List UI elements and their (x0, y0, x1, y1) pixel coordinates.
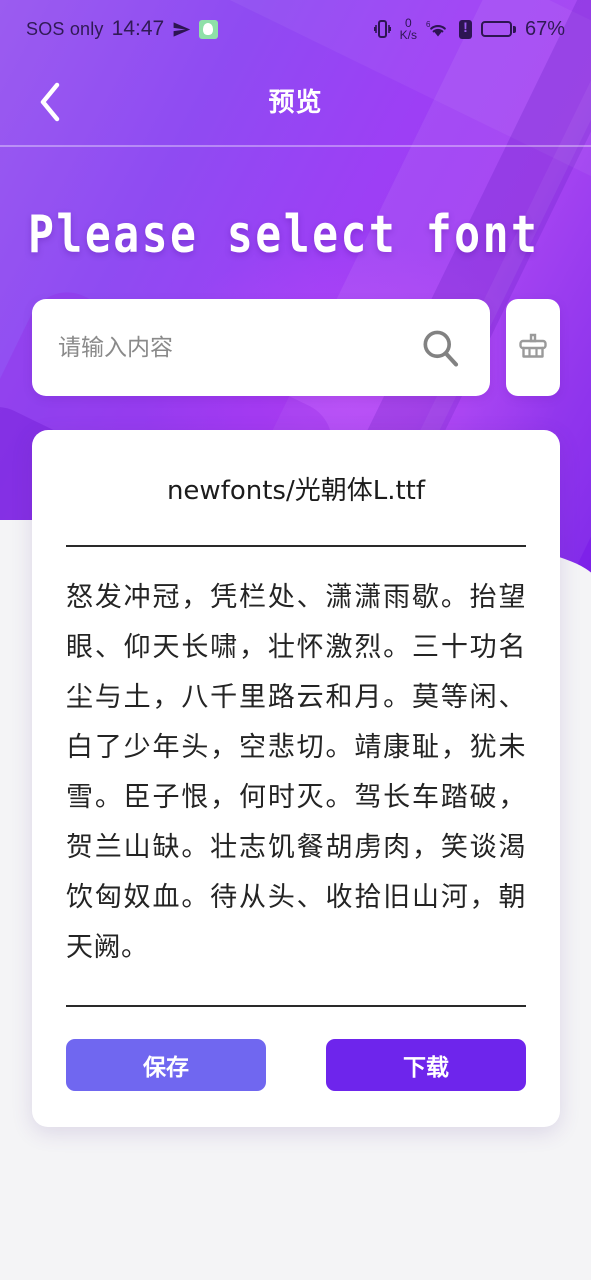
status-bar: SOS only 14:47 0 K/s 6 ! 67% (0, 0, 591, 58)
vibrate-icon (373, 20, 391, 38)
search-box[interactable] (32, 299, 490, 396)
font-file-name: newfonts/光朝体L.ttf (166, 476, 426, 506)
search-icon[interactable] (418, 326, 462, 370)
font-preview-card: newfonts/光朝体L.ttf 怒发冲冠，凭栏处、潇潇雨歇。抬望眼、仰天长啸… (32, 430, 560, 1127)
card-actions: 保存 下载 (66, 1039, 526, 1091)
nav-bar: 预览 (0, 58, 591, 146)
wifi-icon: 6 (426, 20, 446, 37)
sim-card-alert-icon (458, 19, 472, 39)
send-icon (173, 21, 191, 37)
hero-heading: Please select font (28, 205, 540, 266)
network-speed: 0 K/s (400, 17, 417, 41)
search-row (32, 299, 560, 396)
clock-label: 14:47 (111, 17, 165, 40)
phone-screen: SOS only 14:47 0 K/s 6 ! 67% 预览 Please s… (0, 0, 591, 1280)
battery-percent-label: 67% (524, 17, 565, 40)
status-bar-left: SOS only 14:47 (26, 17, 219, 41)
font-preview-text: 怒发冲冠，凭栏处、潇潇雨歇。抬望眼、仰天长啸，壮怀激烈。三十功名尘与土，八千里路… (66, 582, 526, 963)
network-speed-unit: K/s (399, 28, 417, 42)
search-input[interactable] (58, 334, 418, 361)
clear-button[interactable] (506, 299, 560, 396)
save-button[interactable]: 保存 (66, 1039, 266, 1091)
card-divider-top (66, 545, 526, 547)
svg-text:6: 6 (426, 20, 431, 29)
nav-divider (0, 145, 591, 147)
app-chip-icon (199, 19, 219, 39)
page-title: 预览 (268, 87, 323, 117)
carrier-label: SOS only (26, 18, 104, 39)
card-divider-bottom (66, 1005, 526, 1007)
download-button[interactable]: 下载 (326, 1039, 526, 1091)
status-bar-right: 0 K/s 6 67% (373, 17, 565, 41)
broom-icon (519, 333, 547, 358)
battery-icon (480, 21, 516, 37)
